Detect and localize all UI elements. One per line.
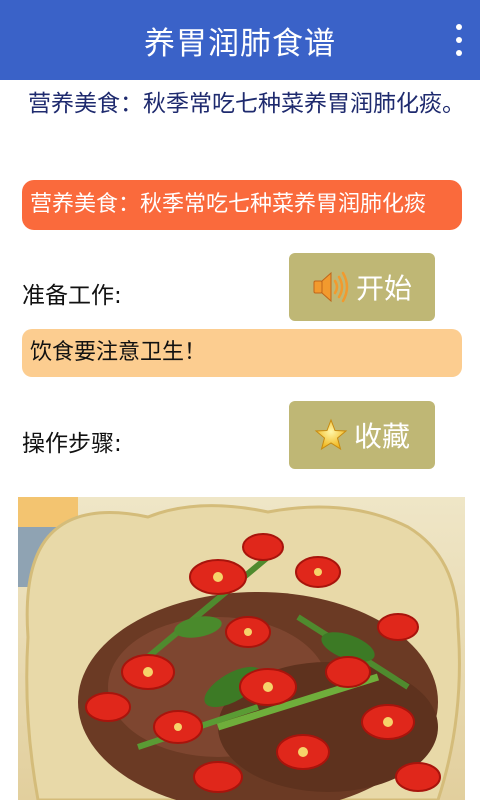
app-bar: 养胃润肺食谱 bbox=[0, 0, 480, 80]
start-button-label: 开始 bbox=[355, 272, 412, 305]
favorite-button-label: 收藏 bbox=[353, 420, 410, 453]
title-banner: 营养美食：秋季常吃七种菜养胃润肺化痰 bbox=[22, 180, 462, 230]
dish-photo bbox=[18, 497, 465, 800]
prepare-label: 准备工作: bbox=[22, 283, 122, 309]
speaker-icon bbox=[312, 270, 350, 304]
overflow-menu-icon[interactable] bbox=[452, 24, 466, 56]
start-button[interactable]: 开始 bbox=[289, 253, 435, 321]
star-icon bbox=[314, 418, 348, 452]
steps-label: 操作步骤: bbox=[22, 431, 122, 457]
app-title: 养胃润肺食谱 bbox=[144, 26, 336, 62]
article-title: 营养美食：秋季常吃七种菜养胃润肺化痰。 bbox=[28, 91, 465, 117]
favorite-button[interactable]: 收藏 bbox=[289, 401, 435, 469]
hygiene-notice: 饮食要注意卫生！ bbox=[22, 329, 462, 377]
